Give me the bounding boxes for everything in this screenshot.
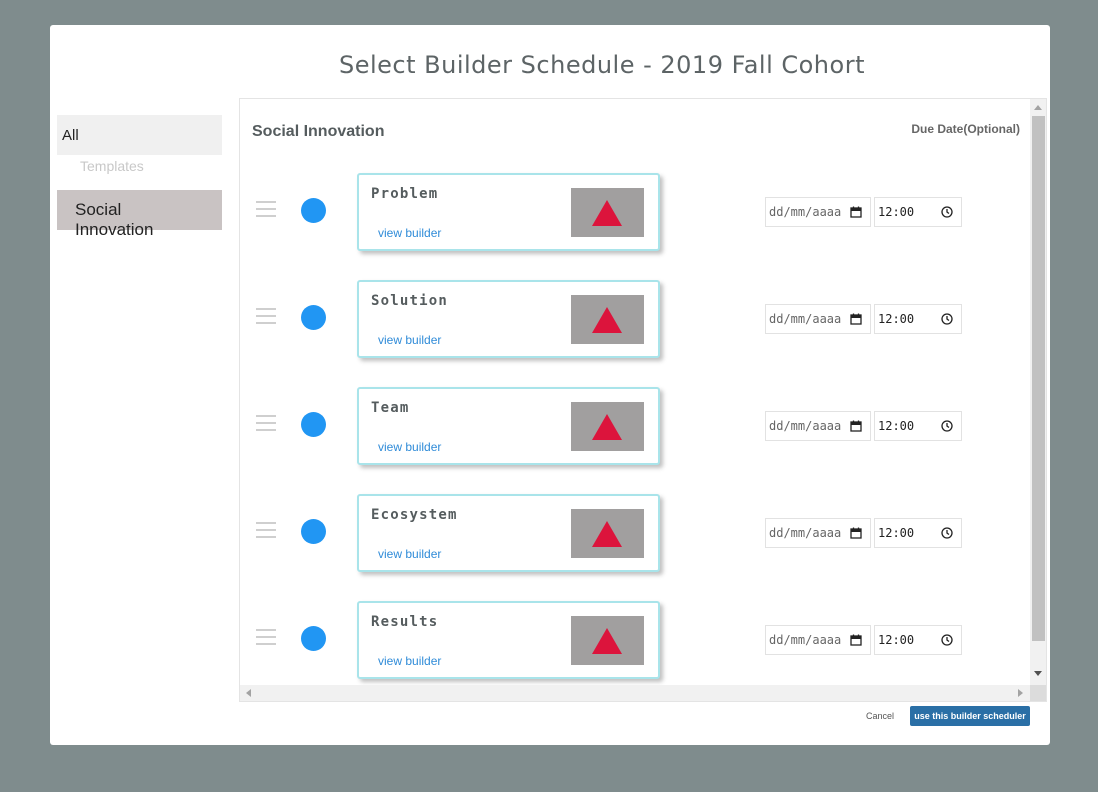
calendar-icon[interactable] xyxy=(850,313,862,325)
builder-title: Ecosystem xyxy=(371,507,458,523)
status-dot xyxy=(301,305,326,330)
due-date-input[interactable]: dd/mm/aaaa xyxy=(765,625,871,655)
time-value: 12:00 xyxy=(878,526,915,540)
clock-icon[interactable] xyxy=(941,634,953,646)
scroll-up-arrow-icon[interactable] xyxy=(1034,105,1042,110)
time-value: 12:00 xyxy=(878,205,915,219)
builder-row: Ecosystem view builder dd/mm/aaaa 12:00 xyxy=(240,494,1030,574)
calendar-icon[interactable] xyxy=(850,527,862,539)
due-date-label: Due Date(Optional) xyxy=(911,122,1020,136)
builder-thumbnail xyxy=(571,402,644,451)
due-time-input[interactable]: 12:00 xyxy=(874,411,962,441)
builder-thumbnail xyxy=(571,295,644,344)
date-placeholder: dd/mm/aaaa xyxy=(769,419,842,433)
scroll-right-arrow-icon[interactable] xyxy=(1018,689,1023,697)
time-value: 12:00 xyxy=(878,633,915,647)
section-title: Social Innovation xyxy=(252,123,385,140)
templates-label: Templates xyxy=(80,158,144,174)
builder-list: Social Innovation Due Date(Optional) Pro… xyxy=(240,99,1030,685)
status-dot xyxy=(301,198,326,223)
builder-card: Ecosystem view builder xyxy=(357,494,660,572)
scroll-down-arrow-icon[interactable] xyxy=(1034,671,1042,676)
drag-handle-icon[interactable] xyxy=(256,415,276,433)
date-placeholder: dd/mm/aaaa xyxy=(769,205,842,219)
template-sidebar: All Templates Social Innovation xyxy=(57,115,222,239)
scroll-left-arrow-icon[interactable] xyxy=(246,689,251,697)
scrollbar-corner xyxy=(1030,685,1046,701)
date-placeholder: dd/mm/aaaa xyxy=(769,312,842,326)
builder-row: Results view builder dd/mm/aaaa 12:00 xyxy=(240,601,1030,681)
warning-triangle-icon xyxy=(592,200,622,226)
drag-handle-icon[interactable] xyxy=(256,308,276,326)
time-value: 12:00 xyxy=(878,419,915,433)
builder-title: Solution xyxy=(371,293,449,309)
horizontal-scrollbar[interactable] xyxy=(240,685,1030,701)
modal-title: Select Builder Schedule - 2019 Fall Coho… xyxy=(339,51,865,79)
builder-card: Results view builder xyxy=(357,601,660,679)
builder-thumbnail xyxy=(571,509,644,558)
builder-title: Team xyxy=(371,400,410,416)
drag-handle-icon[interactable] xyxy=(256,629,276,647)
builder-row: Team view builder dd/mm/aaaa 12:00 xyxy=(240,387,1030,467)
sidebar-item-all[interactable]: All xyxy=(57,115,222,155)
builder-thumbnail xyxy=(571,188,644,237)
builder-card: Solution view builder xyxy=(357,280,660,358)
date-placeholder: dd/mm/aaaa xyxy=(769,633,842,647)
due-time-input[interactable]: 12:00 xyxy=(874,304,962,334)
calendar-icon[interactable] xyxy=(850,634,862,646)
builder-schedule-modal: Select Builder Schedule - 2019 Fall Coho… xyxy=(50,25,1050,745)
calendar-icon[interactable] xyxy=(850,420,862,432)
due-date-input[interactable]: dd/mm/aaaa xyxy=(765,411,871,441)
builder-title: Results xyxy=(371,614,439,630)
builder-thumbnail xyxy=(571,616,644,665)
builder-card: Team view builder xyxy=(357,387,660,465)
warning-triangle-icon xyxy=(592,628,622,654)
vertical-scrollbar[interactable] xyxy=(1030,99,1046,685)
due-time-input[interactable]: 12:00 xyxy=(874,518,962,548)
clock-icon[interactable] xyxy=(941,206,953,218)
drag-handle-icon[interactable] xyxy=(256,201,276,219)
warning-triangle-icon xyxy=(592,307,622,333)
cancel-button[interactable]: Cancel xyxy=(858,708,902,724)
clock-icon[interactable] xyxy=(941,313,953,325)
due-time-input[interactable]: 12:00 xyxy=(874,197,962,227)
view-builder-link[interactable]: view builder xyxy=(378,654,441,668)
clock-icon[interactable] xyxy=(941,420,953,432)
builder-row: Problem view builder dd/mm/aaaa 12:00 xyxy=(240,173,1030,253)
due-time-input[interactable]: 12:00 xyxy=(874,625,962,655)
sidebar-item-social-innovation[interactable]: Social Innovation xyxy=(57,190,222,239)
view-builder-link[interactable]: view builder xyxy=(378,226,441,240)
builder-list-panel: Social Innovation Due Date(Optional) Pro… xyxy=(239,98,1047,702)
builder-row: Solution view builder dd/mm/aaaa 12:00 xyxy=(240,280,1030,360)
status-dot xyxy=(301,626,326,651)
warning-triangle-icon xyxy=(592,414,622,440)
calendar-icon[interactable] xyxy=(850,206,862,218)
builder-title: Problem xyxy=(371,186,439,202)
due-date-input[interactable]: dd/mm/aaaa xyxy=(765,304,871,334)
due-date-input[interactable]: dd/mm/aaaa xyxy=(765,518,871,548)
date-placeholder: dd/mm/aaaa xyxy=(769,526,842,540)
due-date-input[interactable]: dd/mm/aaaa xyxy=(765,197,871,227)
drag-handle-icon[interactable] xyxy=(256,522,276,540)
vertical-scroll-thumb[interactable] xyxy=(1032,116,1045,641)
warning-triangle-icon xyxy=(592,521,622,547)
builder-card: Problem view builder xyxy=(357,173,660,251)
status-dot xyxy=(301,412,326,437)
clock-icon[interactable] xyxy=(941,527,953,539)
view-builder-link[interactable]: view builder xyxy=(378,333,441,347)
status-dot xyxy=(301,519,326,544)
use-builder-scheduler-button[interactable]: use this builder scheduler xyxy=(910,706,1030,726)
time-value: 12:00 xyxy=(878,312,915,326)
view-builder-link[interactable]: view builder xyxy=(378,440,441,454)
view-builder-link[interactable]: view builder xyxy=(378,547,441,561)
